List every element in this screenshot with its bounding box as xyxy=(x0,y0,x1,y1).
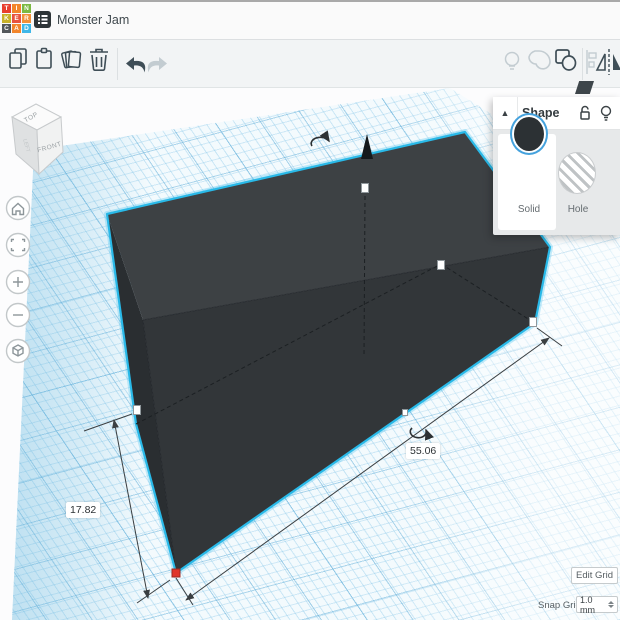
collapse-panel-icon[interactable]: ▲ xyxy=(493,108,517,118)
unlock-icon[interactable] xyxy=(578,105,592,121)
paste-icon[interactable] xyxy=(36,47,52,69)
snap-grid-select[interactable]: 1.0 mm xyxy=(576,594,618,615)
toolbar-separator xyxy=(117,48,118,80)
rotate-handle-top[interactable] xyxy=(310,130,330,147)
toolbar-separator xyxy=(582,48,583,80)
edit-icons xyxy=(9,47,167,80)
edit-grid-button[interactable]: Edit Grid xyxy=(571,567,618,584)
hole-label: Hole xyxy=(567,204,589,215)
edge-handle-bottom[interactable] xyxy=(402,409,408,416)
undo-icon[interactable] xyxy=(126,57,146,73)
view-cube[interactable]: TOP FRONT LEFT xyxy=(10,103,64,176)
box-shape[interactable] xyxy=(104,129,553,576)
zoom-out-button[interactable] xyxy=(5,302,31,328)
corner-handle-back-left[interactable] xyxy=(133,405,141,415)
ungroup-icon[interactable] xyxy=(555,49,577,71)
hide-shape-icon[interactable] xyxy=(600,105,612,122)
mirror-icon[interactable] xyxy=(595,49,620,75)
dimension-length-label[interactable]: 55.06 xyxy=(406,443,441,459)
logo-cell: E xyxy=(12,14,21,23)
logo-cell: A xyxy=(12,24,21,33)
fit-view-button[interactable] xyxy=(5,232,31,258)
snap-grid-label: Snap Grid xyxy=(538,600,581,611)
height-scale-handle[interactable] xyxy=(361,183,369,193)
app-header: T I N K E R C A D Monster Jam xyxy=(0,0,620,40)
logo-cell: I xyxy=(12,4,21,13)
zoom-in-button[interactable] xyxy=(5,269,31,295)
corner-handle-back-right[interactable] xyxy=(437,260,445,270)
group-icon[interactable] xyxy=(528,50,551,70)
hole-swatch[interactable] xyxy=(558,152,596,194)
solid-label: Solid xyxy=(517,204,541,215)
design-title[interactable]: Monster Jam xyxy=(57,0,129,40)
logo-cell: R xyxy=(22,14,31,23)
corner-handle-active[interactable] xyxy=(171,568,181,578)
logo-cell: T xyxy=(2,4,11,13)
dimension-height-label[interactable]: 17.82 xyxy=(66,502,101,518)
duplicate-icon[interactable] xyxy=(61,50,82,69)
copy-icon[interactable] xyxy=(9,48,27,69)
arrange-icons xyxy=(504,48,620,80)
shape-inspector-panel: ▲ Shape Solid Hole xyxy=(493,96,620,235)
snap-grid-value: 1.0 mm xyxy=(580,594,595,615)
design-properties-icon[interactable] xyxy=(34,11,51,28)
logo-cell: C xyxy=(2,24,11,33)
perspective-toggle-button[interactable] xyxy=(5,338,31,364)
logo-cell: N xyxy=(22,4,31,13)
view-controls xyxy=(5,195,31,364)
show-all-icon[interactable] xyxy=(504,51,520,70)
delete-icon[interactable] xyxy=(90,48,108,71)
redo-icon[interactable] xyxy=(147,57,167,73)
tinkercad-logo[interactable]: T I N K E R C A D xyxy=(2,4,33,35)
raise-handle-cone[interactable] xyxy=(361,134,373,159)
align-icon[interactable] xyxy=(586,50,597,74)
snap-grid-caret xyxy=(608,601,614,608)
logo-cell: D xyxy=(22,24,31,33)
solid-swatch-fill xyxy=(514,117,544,151)
corner-handle-front-right[interactable] xyxy=(529,317,537,327)
logo-cell: K xyxy=(2,14,11,23)
home-view-button[interactable] xyxy=(5,195,31,221)
solid-swatch[interactable] xyxy=(510,113,548,155)
tinkercad-app: T I N K E R C A D Monster Jam TOP FRONT … xyxy=(0,0,620,620)
toolbar xyxy=(0,40,620,88)
